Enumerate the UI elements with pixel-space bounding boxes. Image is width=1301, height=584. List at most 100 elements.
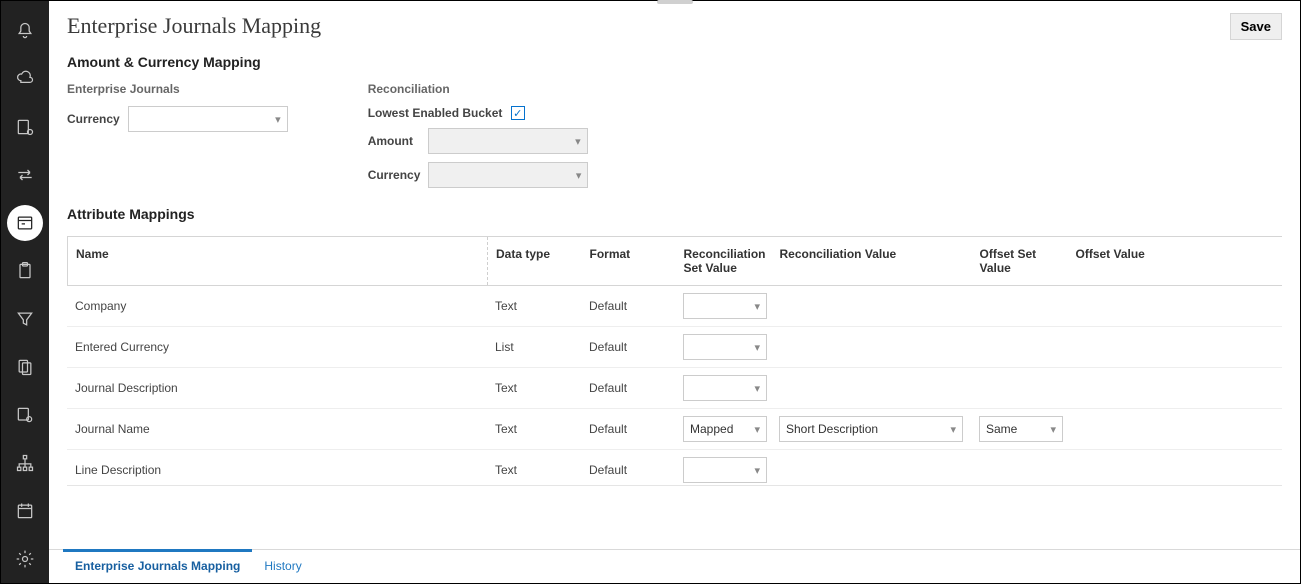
cell-offset-set-value (971, 327, 1067, 368)
nav-settings-icon[interactable] (7, 541, 43, 577)
th-data-type[interactable]: Data type (488, 237, 582, 286)
table-body-scroll[interactable]: CompanyTextDefault▾Entered CurrencyListD… (67, 286, 1282, 486)
cell-rec-value (771, 368, 971, 409)
th-name[interactable]: Name (68, 237, 488, 286)
tab-enterprise-journals-mapping[interactable]: Enterprise Journals Mapping (63, 550, 252, 583)
select-value: Same (986, 422, 1017, 436)
select-value: Short Description (786, 422, 878, 436)
nav-form-gear-icon[interactable] (7, 109, 43, 145)
cell-rec-set-value: Mapped ▾ (675, 409, 771, 450)
cell-offset-value (1067, 327, 1282, 368)
rec-set-value-select[interactable]: ▾ (683, 293, 767, 319)
cell-offset-value (1067, 409, 1282, 450)
cell-data-type: Text (487, 409, 581, 450)
nav-bell-icon[interactable] (7, 13, 43, 49)
chevron-down-icon: ▾ (754, 423, 760, 436)
ej-block-label: Enterprise Journals (67, 76, 288, 102)
cell-rec-value (771, 286, 971, 327)
table-row: Journal DescriptionTextDefault ▾ (67, 368, 1282, 409)
cell-offset-value (1067, 368, 1282, 409)
rec-value-select[interactable]: Short Description ▾ (779, 416, 963, 442)
table-row: Entered CurrencyListDefault ▾ (67, 327, 1282, 368)
th-rec-value[interactable]: Reconciliation Value (772, 237, 972, 286)
cell-format: Default (581, 409, 675, 450)
left-nav-sidebar (1, 1, 49, 583)
cell-rec-set-value: ▾ (675, 368, 771, 409)
rec-currency-label: Currency (368, 168, 421, 182)
cell-rec-set-value: ▾ (675, 327, 771, 368)
nav-filter-icon[interactable] (7, 301, 43, 337)
offset-set-value-select[interactable]: Same ▾ (979, 416, 1063, 442)
th-offset-set-value[interactable]: Offset Set Value (972, 237, 1068, 286)
lowest-bucket-checkbox[interactable]: ✓ (511, 106, 525, 120)
cell-data-type: Text (487, 368, 581, 409)
rec-block-label: Reconciliation (368, 76, 589, 102)
cell-format: Default (581, 286, 675, 327)
cell-name: Company (67, 286, 487, 327)
chevron-down-icon: ▾ (575, 135, 581, 148)
cell-offset-value (1067, 450, 1282, 487)
cell-offset-set-value: Same ▾ (971, 409, 1067, 450)
table-row: Journal NameTextDefaultMapped▾Short Desc… (67, 409, 1282, 450)
attribute-mappings-table: Name Data type Format Reconciliation Set… (67, 236, 1282, 486)
nav-cloud-gear-icon[interactable] (7, 61, 43, 97)
page-title: Enterprise Journals Mapping (67, 13, 321, 39)
chevron-down-icon: ▾ (950, 423, 956, 436)
nav-calendar-icon[interactable] (7, 493, 43, 529)
cell-name: Journal Name (67, 409, 487, 450)
bottom-tabs: Enterprise Journals Mapping History (49, 549, 1300, 583)
reconciliation-block: Reconciliation Lowest Enabled Bucket ✓ A… (368, 76, 589, 192)
rec-set-value-select[interactable]: ▾ (683, 334, 767, 360)
chevron-down-icon: ▾ (754, 382, 760, 395)
cell-name: Line Description (67, 450, 487, 487)
cell-data-type: List (487, 327, 581, 368)
cell-data-type: Text (487, 450, 581, 487)
chevron-down-icon: ▾ (1050, 423, 1056, 436)
rec-amount-label: Amount (368, 134, 420, 148)
tab-history[interactable]: History (252, 550, 313, 583)
nav-docs-icon[interactable] (7, 349, 43, 385)
th-format[interactable]: Format (582, 237, 676, 286)
section-attribute-mappings-title: Attribute Mappings (49, 192, 1300, 228)
rec-amount-select[interactable]: ▾ (428, 128, 588, 154)
th-offset-value[interactable]: Offset Value (1068, 237, 1283, 286)
nav-inspect-icon[interactable] (7, 397, 43, 433)
cell-offset-set-value (971, 368, 1067, 409)
ej-currency-label: Currency (67, 112, 120, 126)
cell-rec-set-value: ▾ (675, 450, 771, 487)
table-row: Line DescriptionTextDefault▾ (67, 450, 1282, 487)
cell-offset-set-value (971, 450, 1067, 487)
cell-name: Entered Currency (67, 327, 487, 368)
table-row: CompanyTextDefault ▾ (67, 286, 1282, 327)
select-value: Mapped (690, 422, 733, 436)
rec-set-value-select[interactable]: ▾ (683, 375, 767, 401)
main-panel: Enterprise Journals Mapping Save Amount … (49, 1, 1300, 583)
chevron-down-icon: ▾ (754, 300, 760, 313)
rec-set-value-select[interactable]: Mapped ▾ (683, 416, 767, 442)
nav-hierarchy-icon[interactable] (7, 445, 43, 481)
cell-rec-value: Short Description ▾ (771, 409, 971, 450)
nav-journals-icon[interactable] (7, 205, 43, 241)
cell-offset-value (1067, 286, 1282, 327)
nav-clipboard-icon[interactable] (7, 253, 43, 289)
chevron-down-icon: ▾ (754, 341, 760, 354)
cell-offset-set-value (971, 286, 1067, 327)
section-amount-currency-title: Amount & Currency Mapping (49, 40, 1300, 76)
cell-format: Default (581, 368, 675, 409)
chevron-down-icon: ▾ (576, 169, 582, 182)
cell-data-type: Text (487, 286, 581, 327)
enterprise-journals-block: Enterprise Journals Currency ▾ (67, 76, 288, 192)
cell-name: Journal Description (67, 368, 487, 409)
rec-currency-select[interactable]: ▾ (428, 162, 588, 188)
lowest-bucket-label: Lowest Enabled Bucket (368, 106, 503, 120)
nav-transfer-icon[interactable] (7, 157, 43, 193)
cell-rec-value (771, 327, 971, 368)
cell-rec-value (771, 450, 971, 487)
save-button[interactable]: Save (1230, 13, 1282, 40)
ej-currency-select[interactable]: ▾ (128, 106, 288, 132)
cell-format: Default (581, 327, 675, 368)
th-rec-set-value[interactable]: Reconciliation Set Value (676, 237, 772, 286)
chevron-down-icon: ▾ (275, 113, 281, 126)
rec-set-value-select[interactable]: ▾ (683, 457, 767, 483)
cell-rec-set-value: ▾ (675, 286, 771, 327)
